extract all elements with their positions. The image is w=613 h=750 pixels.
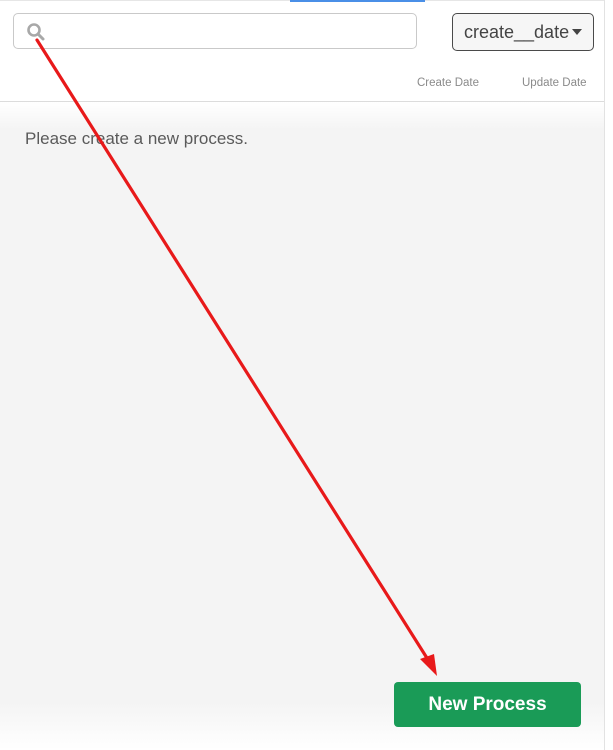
column-header-update-date[interactable]: Update Date [522,77,587,89]
search-box[interactable] [13,13,417,49]
new-process-button[interactable]: New Process [394,682,581,727]
panel-right-edge [604,0,613,750]
active-tab-indicator [290,0,425,2]
search-icon [27,23,45,41]
process-list-panel: create__date Create Date Update Date Ple… [0,0,613,750]
caret-down-icon [572,29,582,35]
empty-state-message: Please create a new process. [25,129,249,148]
sort-dropdown[interactable]: create__date [452,13,594,51]
column-headers: Create Date Update Date [0,77,605,95]
process-list: Please create a new process. [0,102,605,750]
search-input[interactable] [52,16,416,48]
column-header-create-date[interactable]: Create Date [417,77,479,89]
sort-dropdown-value: create__date [464,21,570,42]
